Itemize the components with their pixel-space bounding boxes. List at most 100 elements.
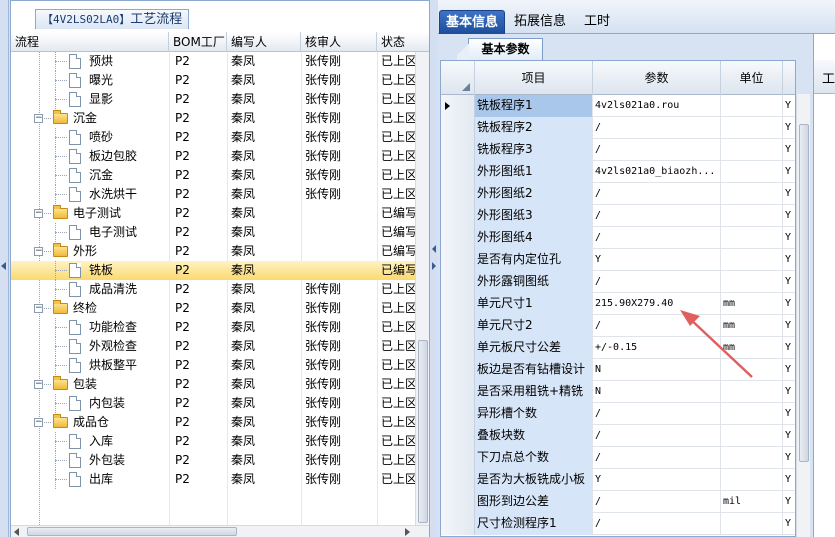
col-header-extra[interactable] [783, 61, 795, 95]
tree-row[interactable]: 水洗烘干 P2 秦凤 张传刚 已上区 [11, 185, 415, 204]
params-row[interactable]: 外形图纸3/ Y [441, 205, 795, 227]
params-row[interactable]: 单元板尺寸公差 +/-0.15 mm Y [441, 337, 795, 359]
params-cell-unit[interactable] [721, 271, 783, 293]
params-cell-value[interactable]: 4v2ls021a0_biaozh... [593, 161, 721, 183]
params-cell-unit[interactable]: mil [721, 491, 783, 513]
tree-row[interactable]: 曝光 P2 秦凤 张传刚 已上区 [11, 71, 415, 90]
tab-basic-params[interactable]: 基本参数 [457, 38, 543, 60]
row-selector[interactable] [441, 227, 475, 249]
scrollbar-thumb[interactable] [27, 527, 237, 536]
params-cell-flag[interactable]: Y [783, 95, 795, 117]
row-selector[interactable] [441, 469, 475, 491]
params-cell-flag[interactable]: Y [783, 315, 795, 337]
params-cell-flag[interactable]: Y [783, 139, 795, 161]
params-cell-flag[interactable]: Y [783, 447, 795, 469]
tree-folder-row[interactable]: − 沉金 P2 秦凤 张传刚 已上区 [11, 109, 415, 128]
params-cell-value[interactable]: N [593, 359, 721, 381]
params-cell-flag[interactable]: Y [783, 117, 795, 139]
params-cell-unit[interactable] [721, 381, 783, 403]
tab-extended-info[interactable]: 拓展信息 [508, 10, 572, 34]
params-row[interactable]: 外形图纸1 4v2ls021a0_biaozh... Y [441, 161, 795, 183]
params-row[interactable]: 图形到边公差 / mil Y [441, 491, 795, 513]
collapse-toggle-icon[interactable]: − [34, 418, 43, 427]
params-cell-unit[interactable]: mm [721, 337, 783, 359]
col-header-bom[interactable]: BOM工厂 [169, 32, 227, 52]
params-cell-unit[interactable] [721, 95, 783, 117]
params-cell-value[interactable]: / [593, 117, 721, 139]
params-cell-unit[interactable] [721, 249, 783, 271]
params-cell-value[interactable]: / [593, 513, 721, 535]
params-row[interactable]: 是否采用粗铣+精铣 N Y [441, 381, 795, 403]
tree-row[interactable]: 电子测试 P2 秦凤 已编写 [11, 223, 415, 242]
params-cell-unit[interactable] [721, 359, 783, 381]
tab-basic-info[interactable]: 基本信息 [439, 10, 506, 34]
row-selector[interactable] [441, 205, 475, 227]
params-row[interactable]: 铣板程序1 4v2ls021a0.rou Y [441, 95, 795, 117]
row-selector[interactable] [441, 425, 475, 447]
params-cell-flag[interactable]: Y [783, 271, 795, 293]
params-cell-value[interactable]: / [593, 139, 721, 161]
params-cell-flag[interactable]: Y [783, 425, 795, 447]
row-selector[interactable] [441, 139, 475, 161]
row-selector[interactable] [441, 293, 475, 315]
params-cell-value[interactable]: / [593, 447, 721, 469]
params-cell-flag[interactable]: Y [783, 403, 795, 425]
params-cell-flag[interactable]: Y [783, 249, 795, 271]
tree-row[interactable]: 外包装 P2 秦凤 张传刚 已上区 [11, 451, 415, 470]
tree-row[interactable]: 板边包胶 P2 秦凤 张传刚 已上区 [11, 147, 415, 166]
tree-row[interactable]: 外观检查 P2 秦凤 张传刚 已上区 [11, 337, 415, 356]
params-row[interactable]: 单元尺寸1 215.90X279.40 mm Y [441, 293, 795, 315]
params-row[interactable]: 铣板程序2/ Y [441, 117, 795, 139]
row-selector[interactable] [441, 95, 475, 117]
params-cell-unit[interactable] [721, 139, 783, 161]
params-cell-unit[interactable]: mm [721, 315, 783, 337]
params-cell-unit[interactable] [721, 183, 783, 205]
params-cell-unit[interactable] [721, 117, 783, 139]
params-cell-unit[interactable]: mm [721, 293, 783, 315]
tree-vertical-scrollbar[interactable] [415, 52, 429, 525]
tree-folder-row[interactable]: − 外形 P2 秦凤 已编写 [11, 242, 415, 261]
col-header-flow[interactable]: 流程 [11, 32, 169, 52]
params-cell-flag[interactable]: Y [783, 359, 795, 381]
params-row[interactable]: 尺寸检测程序1/ Y [441, 513, 795, 535]
col-header-item[interactable]: 项目 [475, 61, 593, 95]
collapse-toggle-icon[interactable]: − [34, 304, 43, 313]
params-cell-flag[interactable]: Y [783, 183, 795, 205]
row-selector[interactable] [441, 117, 475, 139]
row-selector[interactable] [441, 337, 475, 359]
panel-splitter[interactable] [430, 0, 438, 537]
grid-corner[interactable] [441, 61, 475, 95]
params-cell-value[interactable]: / [593, 425, 721, 447]
tree-row[interactable]: 成品清洗 P2 秦凤 张传刚 已上区 [11, 280, 415, 299]
grid-vertical-scrollbar[interactable] [796, 94, 810, 537]
collapse-right-icon[interactable] [432, 262, 436, 270]
params-cell-value[interactable]: Y [593, 469, 721, 491]
scrollbar-thumb[interactable] [799, 124, 809, 462]
params-row[interactable]: 是否为大板铣成小板 Y Y [441, 469, 795, 491]
params-row[interactable]: 下刀点总个数 / Y [441, 447, 795, 469]
params-row[interactable]: 是否有内定位孔 Y Y [441, 249, 795, 271]
tree-folder-row[interactable]: − 终检 P2 秦凤 张传刚 已上区 [11, 299, 415, 318]
tree-folder-row[interactable]: − 包装 P2 秦凤 张传刚 已上区 [11, 375, 415, 394]
col-header-reviewer[interactable]: 核审人 [301, 32, 377, 52]
params-cell-flag[interactable]: Y [783, 293, 795, 315]
params-cell-value[interactable]: +/-0.15 [593, 337, 721, 359]
params-cell-value[interactable]: / [593, 271, 721, 293]
params-row[interactable]: 单元尺寸2/mm Y [441, 315, 795, 337]
params-cell-unit[interactable] [721, 227, 783, 249]
collapse-toggle-icon[interactable]: − [34, 247, 43, 256]
tree-row[interactable]: 功能检查 P2 秦凤 张传刚 已上区 [11, 318, 415, 337]
params-cell-value[interactable]: / [593, 491, 721, 513]
params-row[interactable]: 异形槽个数 / Y [441, 403, 795, 425]
params-cell-unit[interactable] [721, 513, 783, 535]
tree-folder-row[interactable]: − 电子测试 P2 秦凤 已编写 [11, 204, 415, 223]
row-selector[interactable] [441, 183, 475, 205]
scroll-right-icon[interactable] [405, 528, 410, 536]
params-cell-unit[interactable] [721, 425, 783, 447]
collapse-left-icon[interactable] [432, 245, 436, 253]
col-header-author[interactable]: 编写人 [227, 32, 301, 52]
params-cell-flag[interactable]: Y [783, 469, 795, 491]
collapse-toggle-icon[interactable]: − [34, 380, 43, 389]
params-row[interactable]: 外形图纸4/ Y [441, 227, 795, 249]
tab-man-hours[interactable]: 工时 [578, 10, 616, 34]
